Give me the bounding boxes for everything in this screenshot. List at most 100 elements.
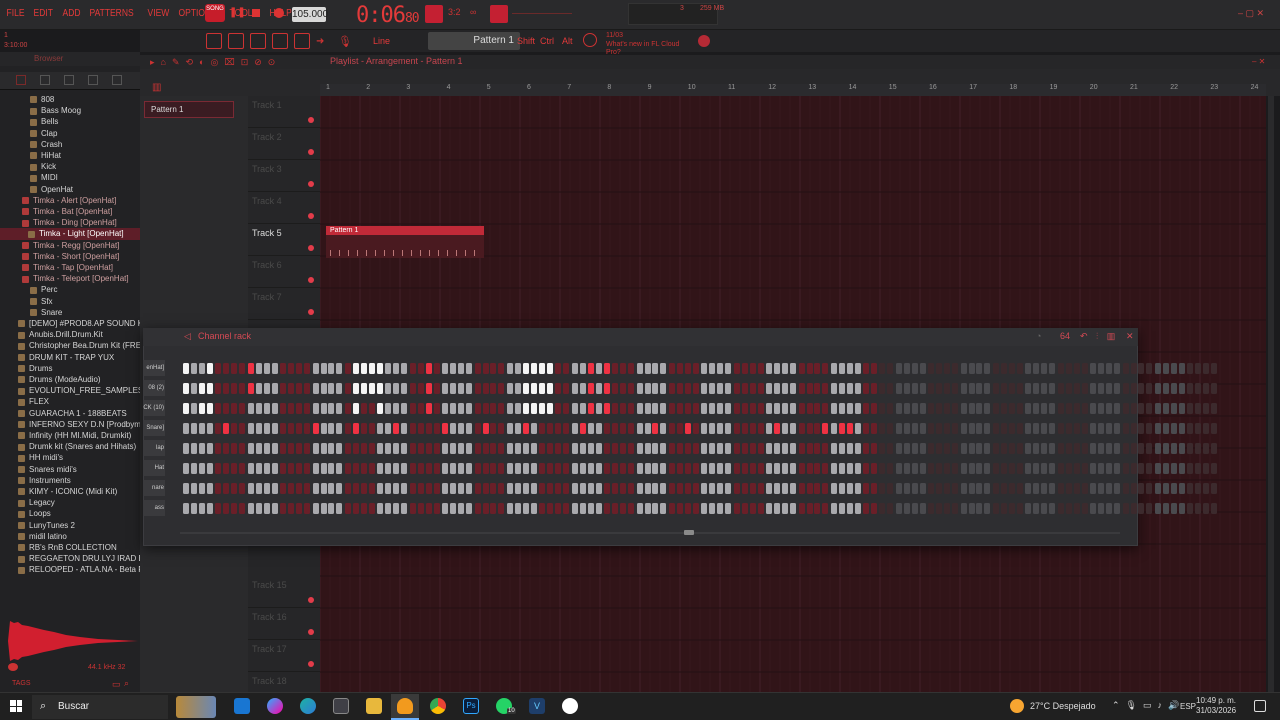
step-button[interactable] — [377, 423, 384, 434]
step-button[interactable] — [595, 403, 602, 414]
step-button[interactable] — [401, 483, 408, 494]
step-button[interactable] — [701, 463, 708, 474]
step-button[interactable] — [1008, 403, 1015, 414]
step-button[interactable] — [425, 443, 432, 454]
step-button[interactable] — [871, 423, 878, 434]
step-button[interactable] — [911, 403, 918, 414]
step-button[interactable] — [871, 483, 878, 494]
track-header[interactable]: Track 5 — [248, 224, 320, 256]
step-button[interactable] — [1065, 363, 1072, 374]
v-app-icon[interactable]: V — [529, 698, 545, 714]
browser-item[interactable]: DRUM KIT - TRAP YUX — [0, 352, 140, 364]
step-button[interactable] — [417, 403, 424, 414]
step-button[interactable] — [555, 383, 562, 394]
step-button[interactable] — [1122, 443, 1129, 454]
clock[interactable]: 10:49 p. m. 31/03/2026 — [1196, 696, 1236, 716]
step-button[interactable] — [604, 503, 611, 514]
step-button[interactable] — [1057, 503, 1064, 514]
step-button[interactable] — [328, 443, 335, 454]
step-button[interactable] — [401, 443, 408, 454]
piano-icon[interactable]: ▥ — [152, 82, 166, 94]
step-button[interactable] — [539, 403, 546, 414]
step-button[interactable] — [960, 403, 967, 414]
step-button[interactable] — [1122, 483, 1129, 494]
step-button[interactable] — [417, 443, 424, 454]
step-button[interactable] — [198, 503, 205, 514]
step-button[interactable] — [498, 443, 505, 454]
step-button[interactable] — [684, 463, 691, 474]
step-button[interactable] — [660, 423, 667, 434]
menu-file[interactable]: FILE — [4, 8, 27, 19]
step-button[interactable] — [433, 503, 440, 514]
browser-item[interactable]: Loops — [0, 508, 140, 520]
step-button[interactable] — [968, 403, 975, 414]
step-button[interactable] — [206, 503, 213, 514]
step-button[interactable] — [863, 363, 870, 374]
step-button[interactable] — [660, 383, 667, 394]
step-button[interactable] — [198, 383, 205, 394]
step-button[interactable] — [1187, 483, 1194, 494]
step-button[interactable] — [766, 503, 773, 514]
step-button[interactable] — [895, 423, 902, 434]
step-button[interactable] — [887, 383, 894, 394]
step-button[interactable] — [806, 363, 813, 374]
step-button[interactable] — [951, 383, 958, 394]
step-button[interactable] — [474, 503, 481, 514]
channel-button[interactable]: lap — [143, 440, 165, 456]
step-button[interactable] — [919, 383, 926, 394]
step-button[interactable] — [288, 463, 295, 474]
step-button[interactable] — [789, 503, 796, 514]
step-button[interactable] — [1098, 363, 1105, 374]
step-button[interactable] — [425, 483, 432, 494]
step-button[interactable] — [749, 363, 756, 374]
step-button[interactable] — [183, 383, 189, 394]
step-button[interactable] — [198, 423, 205, 434]
step-button[interactable] — [183, 403, 189, 414]
step-button[interactable] — [701, 443, 708, 454]
step-button[interactable] — [669, 483, 675, 494]
step-button[interactable] — [660, 483, 667, 494]
step-button[interactable] — [450, 503, 457, 514]
step-button[interactable] — [401, 363, 408, 374]
step-button[interactable] — [409, 383, 416, 394]
step-button[interactable] — [320, 383, 327, 394]
step-button[interactable] — [1211, 483, 1218, 494]
step-button[interactable] — [612, 383, 619, 394]
step-button[interactable] — [782, 423, 788, 434]
step-button[interactable] — [239, 443, 246, 454]
step-button[interactable] — [547, 483, 554, 494]
step-button[interactable] — [879, 443, 886, 454]
step-button[interactable] — [579, 503, 586, 514]
step-button[interactable] — [976, 423, 983, 434]
step-button[interactable] — [1049, 443, 1056, 454]
step-button[interactable] — [555, 483, 562, 494]
step-button[interactable] — [288, 383, 295, 394]
step-button[interactable] — [968, 363, 975, 374]
step-button[interactable] — [652, 403, 659, 414]
browser-item[interactable]: Timka - Ding [OpenHat] — [0, 217, 140, 229]
step-button[interactable] — [352, 463, 359, 474]
step-button[interactable] — [288, 503, 295, 514]
step-button[interactable] — [328, 403, 335, 414]
step-button[interactable] — [1113, 383, 1120, 394]
step-button[interactable] — [960, 383, 967, 394]
step-button[interactable] — [530, 483, 537, 494]
step-button[interactable] — [1041, 403, 1048, 414]
step-button[interactable] — [1155, 423, 1161, 434]
browser-item[interactable]: EVOLUTION_FREE_SAMPLES — [0, 385, 143, 397]
step-button[interactable] — [854, 403, 861, 414]
step-button[interactable] — [936, 483, 943, 494]
step-button[interactable] — [1195, 363, 1202, 374]
step-button[interactable] — [879, 483, 886, 494]
step-button[interactable] — [490, 363, 497, 374]
rack-tool-icons[interactable]: ↶ ⫶ ▥ — [1080, 331, 1118, 342]
step-button[interactable] — [1049, 403, 1056, 414]
step-button[interactable] — [1098, 443, 1105, 454]
step-button[interactable] — [709, 403, 716, 414]
step-button[interactable] — [944, 383, 950, 394]
browser-item[interactable]: Infinity (HH MI.Midi, Drumkit) — [0, 430, 140, 442]
step-button[interactable] — [271, 403, 278, 414]
step-button[interactable] — [198, 483, 205, 494]
step-button[interactable] — [604, 383, 611, 394]
step-button[interactable] — [692, 363, 699, 374]
